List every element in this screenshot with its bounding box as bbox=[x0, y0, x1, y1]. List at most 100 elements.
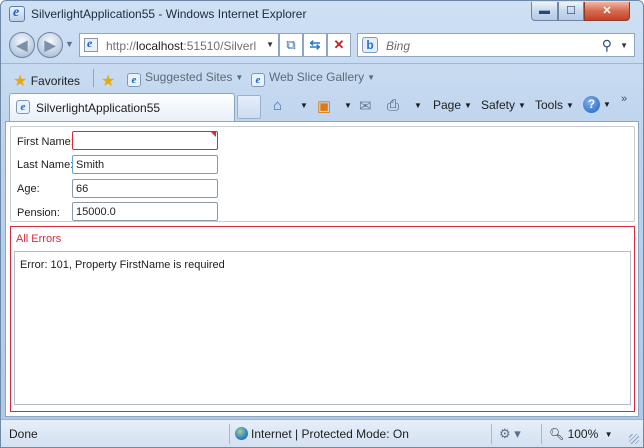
title-bar: SilverlightApplication55 - Windows Inter… bbox=[1, 1, 643, 27]
tab-label: SilverlightApplication55 bbox=[36, 101, 161, 115]
help-icon: ? bbox=[583, 96, 600, 113]
address-input[interactable]: http://localhost:51510/Silverl bbox=[106, 39, 256, 53]
star-icon: ★ bbox=[13, 73, 28, 90]
url-scheme: http:// bbox=[106, 39, 137, 53]
minimize-icon: ▬ bbox=[539, 5, 550, 17]
error-item[interactable]: Error: 101, Property FirstName is requir… bbox=[20, 259, 225, 271]
refresh-icon: ⇆ bbox=[309, 37, 321, 52]
chevron-down-icon: ▼ bbox=[300, 101, 308, 110]
chevron-down-icon: ▼ bbox=[235, 73, 244, 82]
stop-button[interactable]: ✕ bbox=[327, 33, 351, 57]
chevron-down-icon: ▼ bbox=[603, 100, 611, 109]
url-rest: :51510/Silverl bbox=[183, 39, 256, 53]
home-dropdown[interactable]: ▼ bbox=[297, 98, 308, 112]
divider bbox=[491, 424, 492, 444]
url-host: localhost bbox=[136, 39, 184, 53]
forward-button[interactable]: ▶ bbox=[37, 32, 63, 58]
bing-icon: b bbox=[362, 37, 378, 53]
rss-dropdown[interactable]: ▼ bbox=[341, 98, 352, 112]
help-menu[interactable]: ? ▼ bbox=[583, 96, 611, 113]
page-icon bbox=[84, 36, 98, 52]
divider bbox=[229, 424, 230, 444]
divider bbox=[93, 69, 94, 87]
ie-icon: e bbox=[127, 73, 141, 87]
pension-field[interactable] bbox=[72, 202, 218, 221]
home-icon[interactable]: ⌂ bbox=[273, 97, 282, 114]
pension-label: Pension: bbox=[17, 207, 60, 219]
suggested-sites-label: Suggested Sites bbox=[145, 70, 233, 84]
address-bar[interactable]: http://localhost:51510/Silverl ▼ bbox=[79, 33, 279, 57]
minimize-button[interactable]: ▬ bbox=[531, 2, 558, 21]
safety-menu[interactable]: Safety ▼ bbox=[481, 98, 526, 112]
rss-icon[interactable]: ▣ bbox=[317, 97, 331, 115]
status-bar: Done Internet | Protected Mode: On ⚙ ▾ 🔍… bbox=[1, 419, 643, 447]
age-field[interactable] bbox=[72, 179, 218, 198]
new-tab-button[interactable] bbox=[237, 95, 261, 119]
chevron-down-icon: ▼ bbox=[566, 101, 574, 110]
print-dropdown[interactable]: ▼ bbox=[411, 98, 422, 112]
search-icon[interactable]: ⚲ bbox=[602, 37, 612, 54]
forward-icon: ▶ bbox=[44, 37, 56, 53]
last-name-label: Last Name: bbox=[17, 159, 74, 171]
resize-grip[interactable] bbox=[629, 434, 639, 444]
search-input[interactable]: Bing bbox=[386, 39, 410, 53]
tab-row: e SilverlightApplication55 ⌂ ▼ ▣ ▼ ✉ ⎙ ▼… bbox=[1, 91, 643, 121]
maximize-icon: ☐ bbox=[566, 5, 576, 17]
add-favorite-button[interactable]: ★ bbox=[101, 70, 115, 90]
window-title: SilverlightApplication55 - Windows Inter… bbox=[31, 7, 307, 21]
compat-view-icon: ⧉ bbox=[286, 37, 296, 52]
zoom-button[interactable]: 🔍︎ 100% ▼ bbox=[549, 427, 613, 441]
chevron-down-icon: ▼ bbox=[518, 101, 526, 110]
errors-list[interactable]: Error: 101, Property FirstName is requir… bbox=[14, 251, 631, 405]
tools-menu-label: Tools bbox=[535, 98, 564, 112]
zoom-icon: 🔍︎ bbox=[549, 427, 565, 441]
mail-icon[interactable]: ✉ bbox=[359, 97, 372, 115]
chevron-down-icon: ▼ bbox=[604, 430, 613, 439]
suggested-sites-link[interactable]: e Suggested Sites ▼ bbox=[127, 70, 243, 87]
chevron-down-icon: ▼ bbox=[414, 101, 422, 110]
web-slice-gallery-label: Web Slice Gallery bbox=[269, 70, 365, 84]
security-zone[interactable]: Internet | Protected Mode: On bbox=[235, 427, 409, 441]
close-button[interactable]: ✕ bbox=[584, 2, 630, 21]
search-dropdown-icon[interactable]: ▼ bbox=[620, 41, 628, 50]
address-toolbar: ◀ ▶ ▼ http://localhost:51510/Silverl ▼ ⧉… bbox=[1, 29, 643, 61]
validation-summary: All Errors Error: 101, Property FirstNam… bbox=[10, 226, 635, 412]
favorites-bar: ★ Favorites ★ e Suggested Sites ▼ e Web Sli… bbox=[1, 63, 643, 91]
chevron-down-icon: ▼ bbox=[464, 101, 472, 110]
zoom-level: 100% bbox=[567, 427, 599, 441]
first-name-field[interactable] bbox=[72, 131, 218, 150]
last-name-field[interactable] bbox=[72, 155, 218, 174]
page-menu-label: Page bbox=[433, 98, 462, 112]
chevron-down-icon: ▼ bbox=[344, 101, 352, 110]
ie-icon: e bbox=[16, 100, 30, 114]
address-dropdown-icon[interactable]: ▼ bbox=[266, 40, 274, 49]
age-label: Age: bbox=[17, 183, 40, 195]
tools-menu[interactable]: Tools ▼ bbox=[535, 98, 574, 112]
validation-error-marker bbox=[210, 131, 216, 137]
globe-icon bbox=[235, 427, 248, 440]
refresh-button[interactable]: ⇆ bbox=[303, 33, 327, 57]
errors-title: All Errors bbox=[16, 233, 62, 245]
ie-icon bbox=[9, 5, 25, 22]
back-icon: ◀ bbox=[16, 37, 28, 53]
close-icon: ✕ bbox=[602, 5, 612, 17]
print-icon[interactable]: ⎙ bbox=[387, 97, 399, 114]
more-commands-button[interactable]: » bbox=[621, 93, 627, 105]
tab-silverlight[interactable]: e SilverlightApplication55 bbox=[9, 93, 235, 121]
recent-pages-dropdown[interactable]: ▼ bbox=[65, 39, 74, 49]
security-zone-label: Internet | Protected Mode: On bbox=[251, 427, 409, 441]
divider bbox=[541, 424, 542, 444]
back-button[interactable]: ◀ bbox=[9, 32, 35, 58]
page-content: First Name: Last Name: Age: Pension: All… bbox=[5, 121, 639, 417]
page-menu[interactable]: Page ▼ bbox=[433, 98, 472, 112]
first-name-label: First Name: bbox=[17, 136, 74, 148]
chevron-down-icon: ▼ bbox=[367, 73, 376, 82]
compat-view-button[interactable]: ⧉ bbox=[279, 33, 303, 57]
add-ons-icon[interactable]: ⚙ ▾ bbox=[499, 426, 521, 442]
search-box[interactable]: b Bing ⚲ ▼ bbox=[357, 33, 635, 57]
favorites-button[interactable]: ★ Favorites bbox=[13, 70, 80, 90]
maximize-button[interactable]: ☐ bbox=[558, 2, 584, 21]
person-form: First Name: Last Name: Age: Pension: bbox=[10, 126, 635, 222]
web-slice-gallery-link[interactable]: e Web Slice Gallery ▼ bbox=[251, 70, 375, 87]
safety-menu-label: Safety bbox=[481, 98, 516, 112]
